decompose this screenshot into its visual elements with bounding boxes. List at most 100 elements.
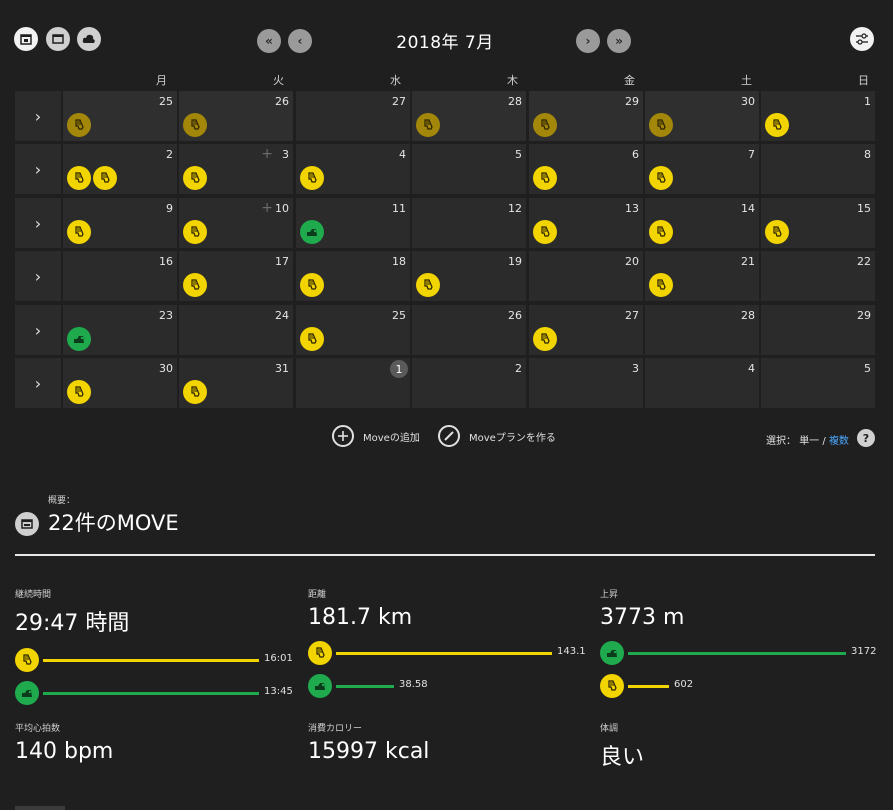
running-activity-icon[interactable] bbox=[183, 166, 207, 190]
running-activity-icon[interactable] bbox=[649, 273, 673, 297]
calendar-day-cell[interactable]: 29 bbox=[529, 91, 643, 141]
calendar-day-cell[interactable]: 26 bbox=[179, 91, 293, 141]
running-activity-icon[interactable] bbox=[183, 273, 207, 297]
calendar-day-cell[interactable]: 10 + bbox=[179, 198, 293, 248]
calendar-day-cell[interactable]: 24 bbox=[179, 305, 293, 355]
week-expand-button[interactable]: › bbox=[15, 251, 61, 301]
first-month-button[interactable]: « bbox=[257, 29, 281, 53]
calendar-day-cell[interactable]: 11 bbox=[296, 198, 410, 248]
last-month-button[interactable]: » bbox=[607, 29, 631, 53]
calendar-week-row: › 9 10 +11 12 13 14 15 bbox=[15, 198, 875, 248]
sliders-icon bbox=[856, 33, 868, 45]
running-activity-icon[interactable] bbox=[183, 380, 207, 404]
calendar-day-cell[interactable]: 13 bbox=[529, 198, 643, 248]
week-expand-button[interactable]: › bbox=[15, 305, 61, 355]
running-activity-icon[interactable] bbox=[649, 220, 673, 244]
calendar-day-cell[interactable]: 23 bbox=[63, 305, 177, 355]
calendar-day-cell[interactable]: 29 bbox=[761, 305, 875, 355]
calendar-day-cell[interactable]: 7 bbox=[645, 144, 759, 194]
running-activity-icon[interactable] bbox=[67, 220, 91, 244]
running-activity-icon[interactable] bbox=[67, 380, 91, 404]
calendar-day-cell[interactable]: 22 bbox=[761, 251, 875, 301]
help-button[interactable]: ? bbox=[857, 429, 875, 447]
running-activity-icon[interactable] bbox=[67, 166, 91, 190]
calendar-day-cell[interactable]: 12 bbox=[412, 198, 526, 248]
calendar-day-cell[interactable]: 4 bbox=[645, 358, 759, 408]
add-move-button[interactable]: Moveの追加 bbox=[332, 425, 420, 447]
week-expand-button[interactable]: › bbox=[15, 91, 61, 141]
calendar-day-cell[interactable]: 28 bbox=[645, 305, 759, 355]
calendar-day-cell[interactable]: 2 bbox=[412, 358, 526, 408]
create-plan-button[interactable]: Moveプランを作る bbox=[438, 425, 556, 447]
calendar-day-cell[interactable]: 18 bbox=[296, 251, 410, 301]
calendar-day-cell[interactable]: 3 bbox=[529, 358, 643, 408]
running-activity-icon[interactable] bbox=[649, 166, 673, 190]
cycling-stat-row: 38.58 bbox=[308, 674, 594, 698]
calendar-day-cell[interactable]: 8 bbox=[761, 144, 875, 194]
select-multiple-option[interactable]: 複数 bbox=[829, 436, 849, 447]
list-view-button[interactable] bbox=[46, 27, 70, 51]
add-activity-plus-icon[interactable]: + bbox=[261, 146, 273, 162]
running-activity-icon[interactable] bbox=[300, 166, 324, 190]
bottom-tab-indicator bbox=[15, 806, 65, 810]
cloud-view-button[interactable] bbox=[77, 27, 101, 51]
settings-button[interactable] bbox=[850, 27, 874, 51]
calendar-day-cell[interactable]: 17 bbox=[179, 251, 293, 301]
calendar-day-cell[interactable]: 16 bbox=[63, 251, 177, 301]
calendar-day-cell[interactable]: 9 bbox=[63, 198, 177, 248]
cycling-activity-icon[interactable] bbox=[67, 327, 91, 351]
day-number: 18 bbox=[392, 255, 406, 268]
cycling-activity-icon[interactable] bbox=[300, 220, 324, 244]
calendar-day-cell[interactable]: 25 bbox=[296, 305, 410, 355]
day-number: 17 bbox=[275, 255, 289, 268]
week-expand-button[interactable]: › bbox=[15, 144, 61, 194]
calendar-day-cell[interactable]: 27 bbox=[529, 305, 643, 355]
calendar-week-row: › 23 24 25 26 27 28 29 bbox=[15, 305, 875, 355]
next-month-button[interactable]: › bbox=[576, 29, 600, 53]
calendar-day-cell[interactable]: 1 bbox=[296, 358, 410, 408]
prev-month-button[interactable]: ‹ bbox=[288, 29, 312, 53]
calendar-day-cell[interactable]: 27 bbox=[296, 91, 410, 141]
running-activity-icon[interactable] bbox=[533, 113, 557, 137]
running-activity-icon[interactable] bbox=[183, 113, 207, 137]
stat-bar-value: 16:01 bbox=[264, 653, 293, 664]
running-activity-icon[interactable] bbox=[533, 166, 557, 190]
calendar-day-cell[interactable]: 30 bbox=[645, 91, 759, 141]
calendar-day-cell[interactable]: 14 bbox=[645, 198, 759, 248]
calendar-day-cell[interactable]: 5 bbox=[412, 144, 526, 194]
running-activity-icon[interactable] bbox=[300, 327, 324, 351]
calendar-day-cell[interactable]: 25 bbox=[63, 91, 177, 141]
running-activity-icon[interactable] bbox=[533, 220, 557, 244]
calendar-day-cell[interactable]: 1 bbox=[761, 91, 875, 141]
calendar-day-cell[interactable]: 5 bbox=[761, 358, 875, 408]
calendar-day-cell[interactable]: 2 bbox=[63, 144, 177, 194]
calendar-day-cell[interactable]: 28 bbox=[412, 91, 526, 141]
calendar-day-cell[interactable]: 30 bbox=[63, 358, 177, 408]
running-activity-icon[interactable] bbox=[93, 166, 117, 190]
calendar-day-cell[interactable]: 15 bbox=[761, 198, 875, 248]
running-activity-icon[interactable] bbox=[300, 273, 324, 297]
running-activity-icon[interactable] bbox=[765, 113, 789, 137]
calendar-day-cell[interactable]: 6 bbox=[529, 144, 643, 194]
calendar-day-cell[interactable]: 31 bbox=[179, 358, 293, 408]
calendar-view-button[interactable] bbox=[14, 27, 38, 51]
running-activity-icon[interactable] bbox=[765, 220, 789, 244]
running-activity-icon[interactable] bbox=[649, 113, 673, 137]
add-activity-plus-icon[interactable]: + bbox=[261, 200, 273, 216]
week-expand-button[interactable]: › bbox=[15, 198, 61, 248]
running-stat-row: 602 bbox=[600, 674, 888, 698]
week-expand-button[interactable]: › bbox=[15, 358, 61, 408]
running-activity-icon[interactable] bbox=[183, 220, 207, 244]
distance-value: 181.7 km bbox=[308, 605, 413, 630]
calendar-day-cell[interactable]: 26 bbox=[412, 305, 526, 355]
running-activity-icon[interactable] bbox=[67, 113, 91, 137]
running-activity-icon[interactable] bbox=[533, 327, 557, 351]
calendar-day-cell[interactable]: 3 + bbox=[179, 144, 293, 194]
running-activity-icon[interactable] bbox=[416, 113, 440, 137]
calendar-day-cell[interactable]: 21 bbox=[645, 251, 759, 301]
calendar-day-cell[interactable]: 20 bbox=[529, 251, 643, 301]
running-activity-icon[interactable] bbox=[416, 273, 440, 297]
select-single-option[interactable]: 単一 bbox=[799, 436, 819, 447]
calendar-day-cell[interactable]: 4 bbox=[296, 144, 410, 194]
calendar-day-cell[interactable]: 19 bbox=[412, 251, 526, 301]
